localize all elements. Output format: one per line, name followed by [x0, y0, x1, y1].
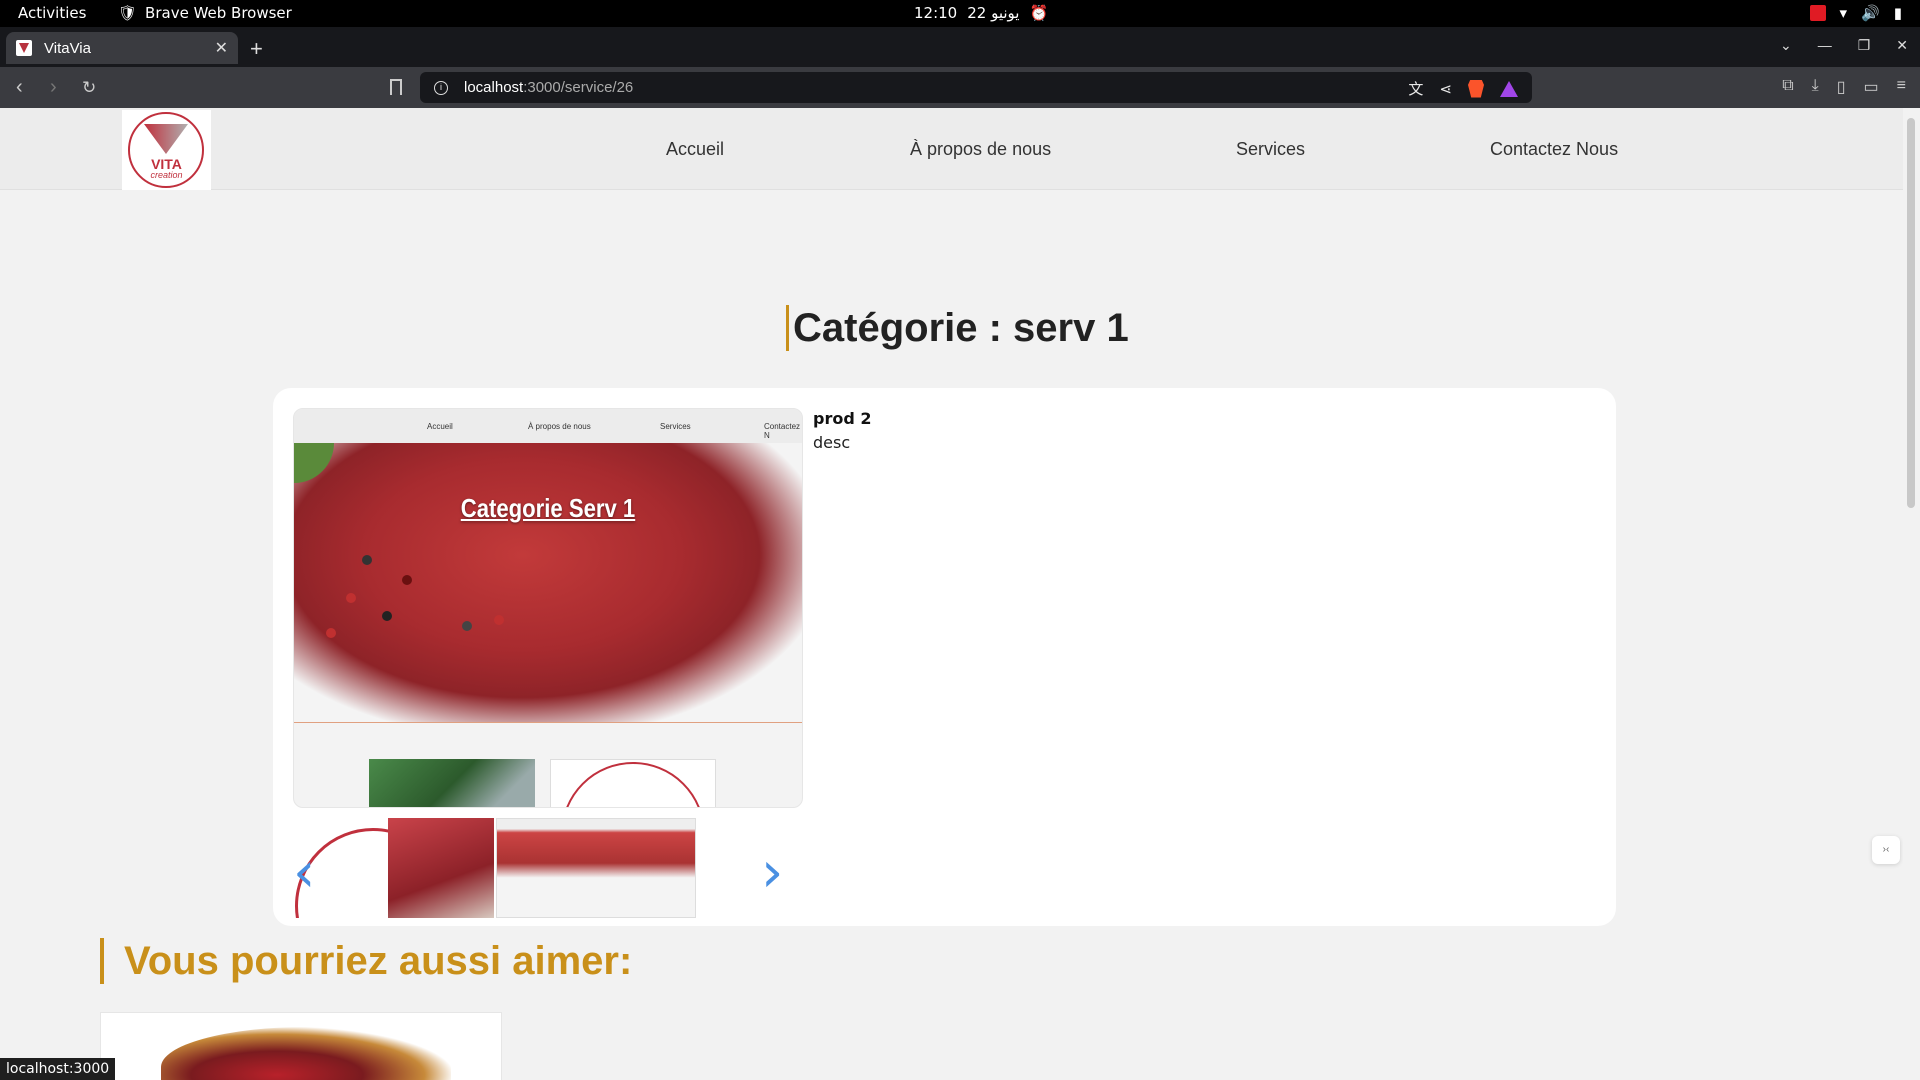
volume-icon: 🔊 [1861, 4, 1880, 22]
translate-icon[interactable]: 文 [1408, 78, 1423, 99]
scrollbar-thumb[interactable] [1907, 118, 1915, 508]
mini-nav-item: Accueil [427, 422, 453, 431]
peppercorn [346, 593, 356, 603]
brave-shields-icon[interactable] [1468, 79, 1484, 98]
wifi-icon: ▾ [1839, 4, 1848, 22]
tab-list-icon[interactable]: ⌄ [1780, 37, 1792, 54]
address-bar[interactable]: i localhost:3000/service/26 文 ⋖ [420, 72, 1532, 103]
mini-nav-item: Services [660, 422, 691, 431]
image-caption: Categorie Serv 1 [460, 493, 636, 523]
indicator-icon [1809, 5, 1826, 21]
category-title: Catégorie : serv 1 [786, 305, 1129, 351]
herb-garnish [294, 443, 334, 483]
status-bar-link: localhost:3000 [0, 1058, 116, 1080]
carousel-next-arrow[interactable]: › [761, 840, 783, 905]
url-host: localhost [464, 79, 524, 96]
peppercorn [382, 611, 392, 621]
floating-widget-icon[interactable]: ›‹ [1872, 836, 1900, 864]
peppercorn [402, 575, 412, 585]
logo-subtitle: creation [150, 170, 183, 180]
system-tray[interactable]: ▾ 🔊 ▮ [1809, 4, 1902, 22]
system-top-bar: Activities 🛡 Brave Web Browser 12:10 22 … [0, 0, 1920, 27]
share-icon[interactable]: ⋖ [1439, 80, 1452, 98]
bookmark-icon[interactable] [390, 79, 402, 95]
brave-app-icon: 🛡 [118, 4, 138, 22]
nav-contact[interactable]: Contactez Nous [1490, 139, 1618, 160]
divider [294, 722, 802, 723]
mini-thumbnail [550, 759, 716, 807]
minimize-icon[interactable]: — [1818, 37, 1832, 54]
recommendations-title: Vous pourriez aussi aimer: [100, 938, 632, 984]
web-page: VITA creation Accueil À propos de nous S… [0, 108, 1903, 1080]
menu-icon[interactable]: ≡ [1897, 77, 1906, 97]
toolbar-actions: ⧉ ⤓ ▯ ▭ ≡ [1782, 77, 1906, 97]
tab-strip: VitaVia ✕ + ⌄ — ❐ ✕ [0, 27, 1920, 67]
new-tab-button[interactable]: + [250, 36, 263, 62]
close-window-icon[interactable]: ✕ [1896, 37, 1908, 54]
clock[interactable]: 12:10 22 يونيو ⏰ [914, 4, 1048, 22]
peppercorn [494, 615, 504, 625]
site-info-icon[interactable]: i [434, 80, 448, 95]
window-controls: ⌄ — ❐ ✕ [1780, 37, 1908, 54]
product-card: Accueil À propos de nous Services Contac… [273, 388, 1616, 926]
maximize-icon[interactable]: ❐ [1858, 37, 1871, 54]
downloads-icon[interactable]: ⤓ [1812, 77, 1819, 97]
nav-accueil[interactable]: Accueil [666, 139, 724, 160]
thumbnail-meat[interactable] [388, 818, 494, 918]
product-name: prod 2 [813, 409, 872, 428]
extensions-icon[interactable]: ⧉ [1782, 77, 1793, 97]
tab-title: VitaVia [44, 39, 91, 57]
app-menu[interactable]: 🛡 Brave Web Browser [118, 4, 292, 22]
peppercorn [326, 628, 336, 638]
browser-tab[interactable]: VitaVia ✕ [6, 32, 238, 64]
peppercorn [462, 621, 472, 631]
favicon-icon [16, 40, 32, 56]
recommended-product-image [161, 1027, 451, 1080]
recommended-product-card[interactable] [100, 1012, 502, 1080]
reload-icon[interactable]: ↻ [82, 78, 96, 98]
image-mini-nav: Accueil À propos de nous Services Contac… [294, 409, 802, 443]
product-description: desc [813, 433, 851, 452]
mini-thumbnail [369, 759, 535, 807]
nav-services[interactable]: Services [1236, 139, 1305, 160]
meat-hero-image: Categorie Serv 1 [294, 443, 802, 723]
forward-icon[interactable]: › [50, 76, 57, 99]
thumbnail-carousel: ‹ › [293, 818, 803, 918]
product-main-image[interactable]: Accueil À propos de nous Services Contac… [293, 408, 803, 808]
activities-button[interactable]: Activities [18, 4, 86, 22]
browser-toolbar: ‹ › ↻ i localhost:3000/service/26 文 ⋖ ⧉ … [0, 67, 1920, 108]
carousel-prev-arrow[interactable]: ‹ [293, 840, 315, 905]
close-tab-icon[interactable]: ✕ [215, 38, 228, 58]
site-header: VITA creation Accueil À propos de nous S… [0, 108, 1903, 190]
mini-nav-item: Contactez N [764, 422, 801, 440]
battery-icon: ▮ [1893, 4, 1902, 22]
brave-rewards-icon[interactable] [1500, 80, 1518, 97]
address-bar-actions: 文 ⋖ [1408, 78, 1518, 99]
wallet-icon[interactable]: ▭ [1864, 77, 1879, 97]
back-icon[interactable]: ‹ [16, 76, 23, 99]
site-logo[interactable]: VITA creation [122, 110, 211, 190]
thumbnail-page[interactable] [496, 818, 696, 918]
app-name: Brave Web Browser [145, 4, 292, 22]
clock-time: 12:10 [914, 4, 958, 22]
peppercorn [362, 555, 372, 565]
sidebar-icon[interactable]: ▯ [1837, 77, 1846, 97]
mini-nav-item: À propos de nous [528, 422, 591, 431]
url-path: :3000/service/26 [523, 79, 634, 96]
clock-date: 22 يونيو [967, 4, 1020, 22]
alarm-icon: ⏰ [1029, 4, 1049, 22]
page-scrollbar[interactable] [1903, 108, 1920, 1080]
nav-a-propos[interactable]: À propos de nous [910, 139, 1051, 160]
